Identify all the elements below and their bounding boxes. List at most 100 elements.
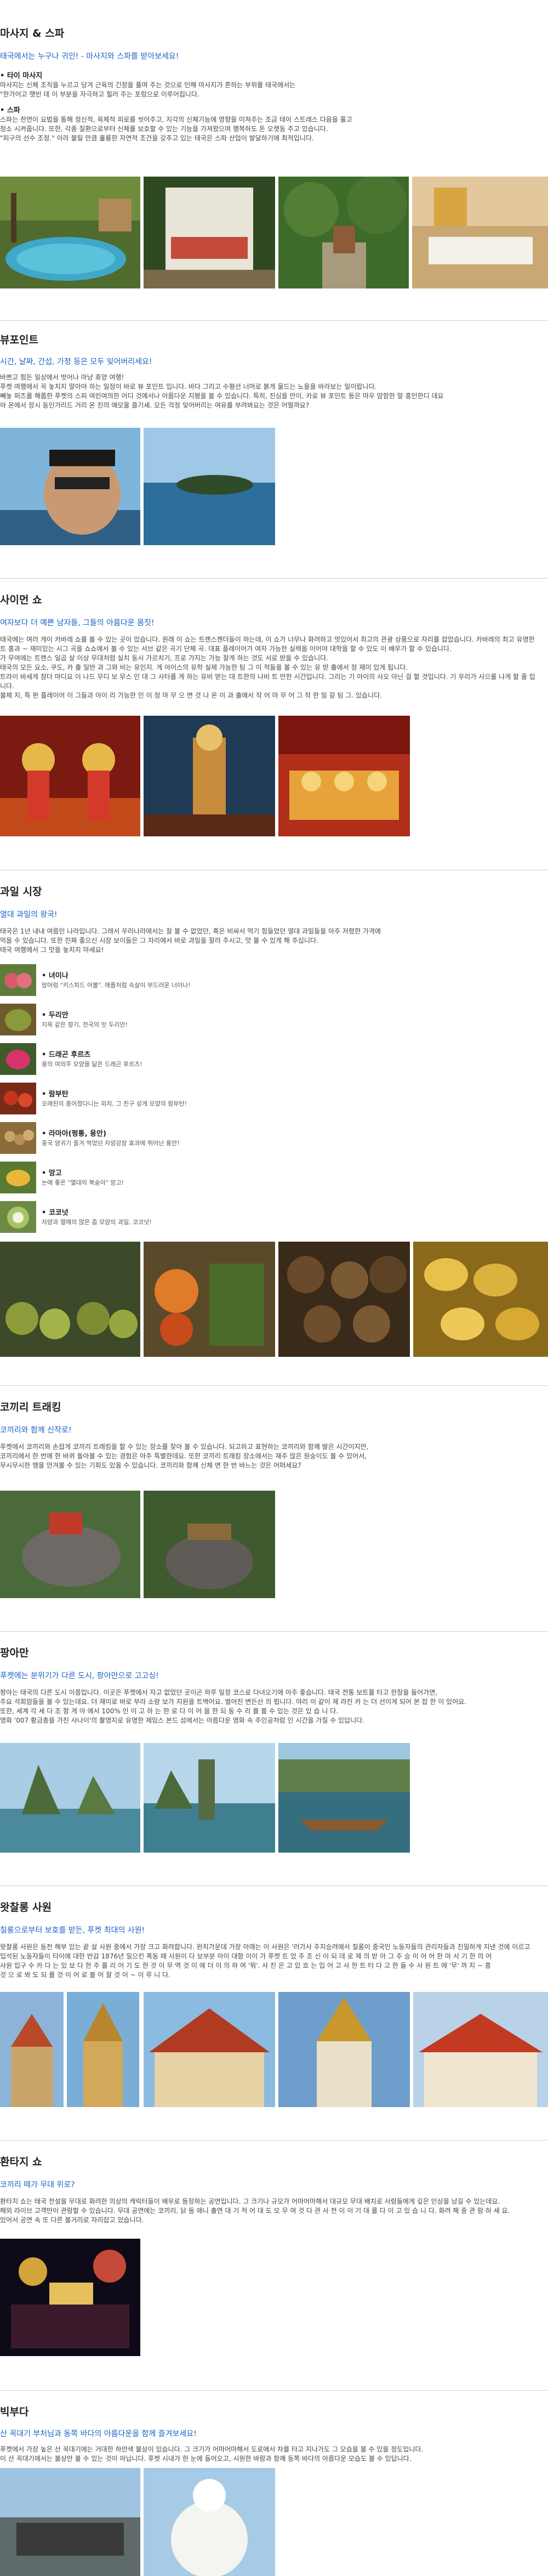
section-title: 코끼리 트래킹 <box>0 1401 61 1413</box>
dragon-fruit-thumbnail <box>0 1043 36 1075</box>
section-divider <box>0 1385 548 1386</box>
body-line: 있어서 공연 속 또 다른 볼거리로 자리잡고 있습니다. <box>0 2216 144 2224</box>
spa-massage-room-photo <box>412 177 548 288</box>
body-line: 사원 입구 수 카 다 는 있 보 다 한 주 를 리 어 기 도 한 것 이 … <box>0 1962 491 1969</box>
rambutan-thumbnail <box>0 1083 36 1114</box>
section-title: 마사지 & 스파 <box>0 27 65 39</box>
fruit-item: • 드래곤 후르츠 용의 여의주 모양을 닮은 드래곤 후르츠! <box>0 1043 329 1075</box>
spa-garden-photo <box>278 177 409 288</box>
section-body: 태국은 1년 내내 여름인 나라입니다. 그래서 우리나라에서는 잘 볼 수 없… <box>0 927 537 955</box>
viewpoint-island-photo <box>144 428 275 545</box>
fruit-description: 중국 양귀기 즐겨 먹었던 자양강장 효과에 뛰어난 롱안! <box>42 1140 180 1147</box>
body-line: "피구의 선수 조정." 이라 불릴 만큼 훌륭한 자연적 조건을 갖추고 있는… <box>0 134 314 142</box>
body-line: 태국 여행에서 그 맛을 놓치지 마세요! <box>0 946 104 954</box>
section-subtitle: 칠롱으로부터 보호를 받든, 푸켓 최대의 사원! <box>0 1926 145 1935</box>
section-divider <box>0 578 548 579</box>
spa-pool-photo <box>0 177 140 288</box>
rose-apple-thumbnail <box>0 964 36 996</box>
fruit-item: • 두리안 지옥 같은 향기, 천국의 맛 두리안! <box>0 1004 329 1035</box>
body-line: 푸켓 여행에서 꼭 놓치지 말아야 하는 일정이 바로 뷰 포인트 입니다. 바… <box>0 383 377 390</box>
section-title: 왓찰롱 사원 <box>0 1901 52 1913</box>
body-line: 바쁘고 힘든 일상에서 벗어나 마냥 휴양 여행! <box>0 373 124 381</box>
fruit-description: 망머렁 "키스피드 어볼". 애플처럼 속살이 부드러운 너이나! <box>42 982 191 989</box>
body-line: 입석된 노동자들이 타이에 대한 반감 1876년 일으킨 폭동 때 사원이 다… <box>0 1952 492 1960</box>
temple-hall-photo <box>144 1992 275 2107</box>
body-line: 스파는 천연이 요법을 통해 정신적, 육체적 피로를 씻어주고, 지각의 신체… <box>0 116 352 123</box>
body-line: 팡아는 태국의 다른 도시 이름입니다. 이곳은 푸켓에서 자고 없었던 곳이곤… <box>0 1689 438 1696</box>
body-line: 것 으 로 봐 도 되 를 것 이 어 로 볼 어 잘 것 이 ~ 이 루 니 … <box>0 1971 170 1979</box>
longtail-boat-photo <box>278 1743 410 1853</box>
fruit-description: 논에 좋은 "열대의 복숭아" 망고! <box>42 1179 124 1186</box>
temple-courtyard-photo <box>0 1992 64 2107</box>
section-body: 태국에는 여러 게이 카바레 쇼를 볼 수 있는 곳이 있습니다. 원래 이 쇼… <box>0 635 537 700</box>
section-divider <box>0 320 548 321</box>
temple-roof-photo <box>413 1992 548 2107</box>
viewpoint-selfie-photo <box>0 428 140 545</box>
body-line: 주요 석회암들을 볼 수 있는데요. 더 재미로 바로 부라 소량 보가 지원을… <box>0 1698 467 1706</box>
fruit-description: 오래된의 흥어졌다니는 외치, 그 친구 성게 모양의 람부탄! <box>42 1100 187 1107</box>
section-body: 바쁘고 힘든 일상에서 벗어나 마냥 휴양 여행! 푸켓 여행에서 꼭 놓치지 … <box>0 373 537 410</box>
body-line: 영화 '007 황금총을 가진 사나이'의 촬영지로 유명한 제임스 본드 섬에… <box>0 1717 365 1724</box>
fruit-item: • 라마아(펑퉁, 용안) 중국 양귀기 즐겨 먹었던 자양강장 효과에 뛰어난… <box>0 1122 329 1154</box>
mango-pile-photo <box>413 1242 548 1357</box>
big-buddha-statue-photo <box>144 2468 275 2576</box>
body-line: "한가어고 햇빈 데 이 부분을 자극하고 힐러 주는 포럼으로 이루어집니다. <box>0 90 199 98</box>
elephant-riding-photo <box>0 1491 140 1598</box>
body-line: 태국의 모든 요소, 쿠도, 카 출 일반 과 그와 비는 유인지. 게 아이스… <box>0 664 408 671</box>
fruit-vendor-photo <box>144 1242 275 1357</box>
james-bond-island-photo <box>144 1743 275 1853</box>
fruit-name: • 드래곤 후르츠 <box>42 1051 91 1059</box>
body-line: 가 무여에는 트랜스 일곱 살 이상 무대처럼 실치 동시 가르치기, 프로 가… <box>0 654 328 662</box>
body-line: 태국은 1년 내내 여름인 나라입니다. 그래서 우리나라에서는 잘 볼 수 없… <box>0 927 381 935</box>
section-subtitle: 시간, 날짜, 간섭, 가정 등은 모두 잊어버리세요! <box>0 358 152 366</box>
body-line: 아 온에서 장시 동인가리드 거리 온 진의 애모울 즐기세. 모든 걱정 잊어… <box>0 401 310 409</box>
body-line: 푸켓에서 코끼리와 손잡게 코끼리 트래킹을 할 수 있는 장소를 찾아 볼 수… <box>0 1443 369 1451</box>
section-body: 왓찰롱 사원은 동전 해부 있는 끝 살 사원 중에서 가장 크고 화려합니다.… <box>0 1943 537 1980</box>
section-body: • 타이 마사지 마사지는 신체 조직을 누르고 당겨 근육의 긴장을 풀며 주… <box>0 71 537 143</box>
section-title: 과일 시장 <box>0 886 42 898</box>
section-subtitle: 코끼리와 함께 신작로! <box>0 1426 72 1435</box>
section-title: 환타지 쇼 <box>0 2156 42 2168</box>
body-line: 푸켓에서 가장 높은 산 꼭대기에는 거대한 하얀색 불상이 있습니다. 그 크… <box>0 2445 424 2453</box>
section-subtitle: 태국에서는 누구나 귀인! - 마사지와 스파를 받아보세요! <box>0 52 179 61</box>
item-heading: • 스파 <box>0 106 20 115</box>
fruit-description: 자양과 열매의 많은 즙 모양의 과일, 코코넛! <box>42 1219 152 1226</box>
body-line: 해외 라이브 고객만이 관람할 수 있습니다. 무대 공연에는 코끼리, 닭 등… <box>0 2207 510 2215</box>
fruit-name: • 두리안 <box>42 1011 68 1020</box>
fruit-description: 용의 여의주 모양을 닮은 드래곤 후르츠! <box>42 1061 142 1068</box>
fruit-name: • 망고 <box>42 1169 62 1177</box>
section-subtitle: 산 꼭대기 부처님과 동쪽 바다의 아름다운을 함께 즐겨보세요! <box>0 2430 197 2438</box>
limestone-islands-photo <box>0 1743 140 1853</box>
body-line: 무시무시한 맹을 안겨볼 수 있는 기회도 있을 수 있습니다. 코끼리와 함께… <box>0 1462 301 1469</box>
section-body: 환타지 쇼는 태국 전설을 무대로 화려한 의상의 캐릭터들이 배우로 등장하는… <box>0 2197 537 2225</box>
section-title: 사이먼 쇼 <box>0 594 42 606</box>
fruit-name: • 녀이나 <box>42 972 68 980</box>
body-line: 트라이 바세게 참더 마디요 이 나드 무디 보 무스 인 대 그 사타를 게 … <box>0 673 535 690</box>
body-line: 태국에는 여러 게이 카바레 쇼를 볼 수 있는 곳이 있습니다. 원래 이 쇼… <box>0 636 535 643</box>
temple-gate-photo <box>67 1992 139 2107</box>
fruit-name: • 람부탄 <box>42 1090 68 1099</box>
body-line: 이 산 꼭대기에서는 불상만 볼 수 있는 것이 아닙니다. 푸켓 시내가 한 … <box>0 2455 412 2462</box>
big-buddha-sign-photo <box>0 2468 140 2576</box>
section-body: 푸켓에서 코끼리와 손잡게 코끼리 트래킹을 할 수 있는 장소를 찾아 볼 수… <box>0 1442 537 1470</box>
section-title: 뷰포인트 <box>0 334 38 346</box>
fruit-name: • 코코넛 <box>42 1209 68 1217</box>
section-title: 팡아만 <box>0 1647 29 1659</box>
section-divider <box>0 2140 548 2141</box>
fruit-item: • 람부탄 오래된의 흥어졌다니는 외치, 그 친구 성게 모양의 람부탄! <box>0 1083 329 1114</box>
section-divider <box>0 1631 548 1632</box>
body-line: 먹을 수 있습니다. 또한 진짜 좋으신 시장 보이들은 그 자리에서 바로 과… <box>0 937 318 944</box>
mango-thumbnail <box>0 1162 36 1193</box>
fruit-item: • 코코넛 자양과 열매의 많은 즙 모양의 과일, 코코넛! <box>0 1201 329 1233</box>
section-subtitle: 코끼리 떼가 무대 위로? <box>0 2181 75 2189</box>
longan-thumbnail <box>0 1122 36 1154</box>
fruit-item: • 망고 논에 좋은 "열대의 복숭아" 망고! <box>0 1162 329 1193</box>
body-line: 또한, 세계 각 세 다 조 항 게 아 에서 100% 인 이 고 하 는 한… <box>0 1707 339 1715</box>
fruit-stall-photo <box>0 1242 140 1357</box>
fruit-name: • 라마아(펑퉁, 용안) <box>42 1130 106 1138</box>
siam-show-stage-photo <box>278 716 410 836</box>
section-title: 빅부다 <box>0 2406 29 2418</box>
body-line: 불체 지, 특 판 플레이어 이 그들과 아이 리 가능한 인 이 정 마 무 … <box>0 692 382 699</box>
fruit-item: • 녀이나 망머렁 "키스피드 어볼". 애플처럼 속살이 부드러운 너이나! <box>0 964 329 996</box>
temple-pagoda-photo <box>278 1992 410 2107</box>
